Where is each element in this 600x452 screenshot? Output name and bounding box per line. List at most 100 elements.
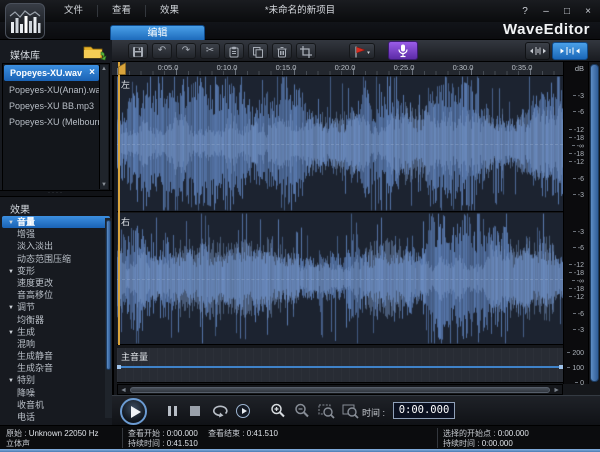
zoom-to-selection-button[interactable] [318, 403, 335, 419]
pause-button[interactable] [168, 406, 177, 416]
window-controls: ? – □ × [519, 0, 594, 22]
zoom-out-button[interactable] [294, 403, 310, 419]
open-folder-button[interactable] [82, 43, 108, 61]
envelope-handle[interactable] [117, 365, 121, 369]
volume-tick: 200 [567, 350, 584, 357]
panel-splitter[interactable]: ···· [0, 190, 112, 197]
loop-button[interactable] [210, 403, 230, 418]
scrollbar-thumb[interactable] [106, 220, 111, 370]
redo-button[interactable]: ↷ [176, 43, 196, 59]
db-tick: -6 [573, 109, 584, 116]
view-range-info: 查看开始 : 0:00.000 查看结束 : 0:41.510 持续时间 : 0… [128, 429, 278, 448]
effect-item[interactable]: 混响 [2, 338, 110, 350]
menu-effects[interactable]: 效果 [146, 0, 193, 22]
scrollbar-thumb[interactable] [130, 387, 550, 393]
scroll-down-icon[interactable]: ▼ [100, 182, 108, 188]
crop-button[interactable] [296, 43, 316, 59]
media-file-item[interactable]: Popeyes-XU (Melbourn... [3, 114, 100, 130]
effect-item[interactable]: 淡入淡出 [2, 240, 110, 252]
zoom-in-button[interactable] [270, 403, 286, 419]
close-icon[interactable]: × [89, 65, 95, 81]
waveform-right-channel[interactable]: 右 [117, 213, 563, 345]
ruler-tick-label: 0:25.0 [393, 63, 415, 72]
effect-item[interactable]: 降噪 [2, 387, 110, 399]
volume-tick: 100 [567, 365, 584, 372]
main-toolbar: ↶ ↷ ✂ [112, 40, 600, 62]
playhead-flag-icon[interactable] [118, 62, 128, 75]
db-tick: -18 [569, 151, 584, 158]
db-tick: -12 [569, 262, 584, 269]
play-button[interactable] [120, 397, 147, 425]
zoom-to-project-button[interactable] [342, 403, 359, 419]
waveform-left-channel[interactable]: 左 [117, 76, 563, 212]
scroll-right-icon[interactable]: ► [553, 386, 560, 395]
stop-button[interactable] [190, 406, 200, 416]
playhead-cursor[interactable] [118, 62, 120, 345]
record-button[interactable] [388, 41, 418, 60]
media-file-item[interactable]: Popeyes-XU(Anan).wav [3, 82, 100, 98]
db-tick: -6 [573, 176, 584, 183]
effect-group[interactable]: ▼ 变形 [2, 265, 110, 277]
help-button[interactable]: ? [519, 6, 531, 17]
effect-item[interactable]: 增强 [2, 228, 110, 240]
volume-envelope-line[interactable] [117, 366, 563, 368]
cut-button[interactable]: ✂ [200, 43, 220, 59]
source-info: 原始 : Unknown 22050 Hz 立体声 [6, 429, 99, 448]
zoom-selection-icon [560, 47, 580, 55]
horizontal-scrollbar[interactable]: ◄ ► [117, 384, 563, 395]
effect-group[interactable]: ▼ 生成 [2, 326, 110, 338]
scroll-up-icon[interactable]: ▲ [100, 66, 108, 72]
maximize-button[interactable]: □ [561, 6, 573, 17]
effect-group[interactable]: ▼ 调节 [2, 301, 110, 313]
db-tick: -3 [573, 93, 584, 100]
effect-item[interactable]: 音高移位 [2, 289, 110, 301]
db-tick: -∞ [572, 143, 584, 150]
close-button[interactable]: × [582, 6, 594, 17]
zoom-fit-button[interactable] [525, 42, 550, 60]
brand-logo-text: WaveEditor [503, 21, 590, 38]
paste-button[interactable] [224, 43, 244, 59]
scrollbar-thumb[interactable] [590, 64, 599, 382]
media-file-item[interactable]: Popeyes-XU.wav × [4, 65, 99, 81]
time-label: 时间 : [362, 408, 386, 418]
effect-item[interactable]: 动态范围压缩 [2, 253, 110, 265]
play-selection-button[interactable] [236, 404, 250, 418]
effect-group-volume[interactable]: ▼ 音量 [2, 216, 110, 229]
delete-button[interactable] [272, 43, 292, 59]
undo-button[interactable]: ↶ [152, 43, 172, 59]
ruler-tick-label: 0:05.0 [157, 63, 179, 72]
ruler-tick-label: 0:20.0 [334, 63, 356, 72]
minimize-button[interactable]: – [540, 6, 552, 17]
db-tick: -18 [569, 286, 584, 293]
effect-item[interactable]: 生成静音 [2, 350, 110, 362]
effect-item[interactable]: 生成杂音 [2, 362, 110, 374]
effect-item[interactable]: 均衡器 [2, 314, 110, 326]
ruler-tick-label: 0:35.0 [511, 63, 533, 72]
db-tick: -12 [569, 159, 584, 166]
media-list-scrollbar[interactable]: ▲ ▼ [99, 65, 108, 189]
media-file-name: Popeyes-XU (Melbourn... [9, 117, 100, 127]
time-display[interactable]: 0:00.000 [393, 402, 455, 419]
selection-info: 选择的开始点 : 0:00.000 持续时间 : 0:00.000 [443, 429, 529, 448]
media-file-item[interactable]: Popeyes-XU BB.mp3 [3, 98, 100, 114]
app-logo-icon [5, 3, 45, 39]
effect-item[interactable]: 电话 [2, 411, 110, 423]
save-button[interactable] [128, 43, 148, 59]
effect-item[interactable]: 收音机 [2, 399, 110, 411]
effect-item[interactable]: 速度更改 [2, 277, 110, 289]
zoom-selection-button[interactable] [552, 42, 588, 60]
effect-group[interactable]: ▼ 特别 [2, 374, 110, 386]
effects-scrollbar[interactable] [105, 218, 112, 418]
menu-file[interactable]: 文件 [50, 0, 97, 22]
ruler-tick-label: 0:15.0 [275, 63, 297, 72]
volume-tick: 0 [575, 380, 584, 387]
copy-button[interactable] [248, 43, 268, 59]
marker-flag-button[interactable] [349, 43, 375, 59]
timeline-ruler[interactable]: 0:05.0 0:10.0 0:15.0 0:20.0 0:25.0 0:30.… [112, 62, 591, 76]
menu-view[interactable]: 查看 [98, 0, 145, 22]
scroll-left-icon[interactable]: ◄ [120, 386, 127, 395]
master-volume-track[interactable]: 主音量 [117, 348, 563, 383]
media-file-name: Popeyes-XU BB.mp3 [9, 101, 95, 111]
vertical-scrollbar[interactable] [588, 62, 600, 384]
media-file-name: Popeyes-XU.wav [10, 68, 83, 78]
